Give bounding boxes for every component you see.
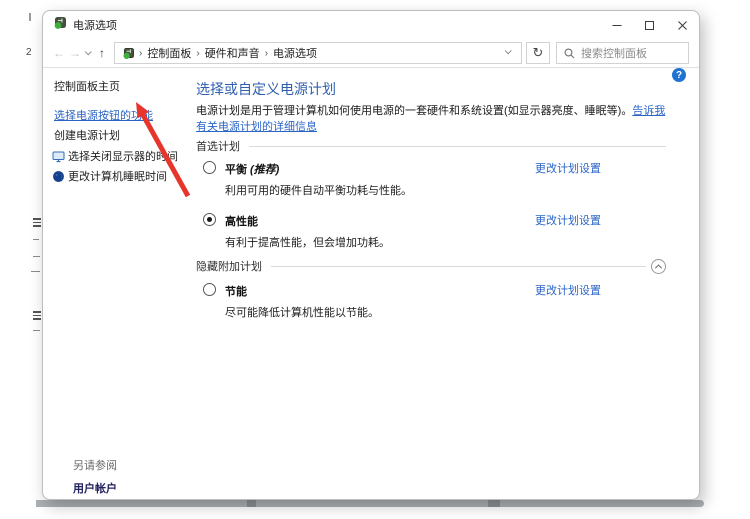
page-title: 选择或自定义电源计划 — [196, 79, 666, 99]
search-box[interactable]: 搜索控制面板 — [556, 42, 689, 64]
power-options-icon — [122, 47, 135, 60]
plan-description: 利用可用的硬件自动平衡功耗与性能。 — [225, 182, 666, 198]
back-button[interactable]: ← — [51, 47, 67, 59]
power-options-window: 电源选项 ← → ↑ › — [42, 10, 700, 500]
background-window-edge-notch — [247, 500, 256, 507]
plan-row-high-performance: 高性能 有利于提高性能，但会增加功耗。 更改计划设置 — [203, 212, 666, 250]
breadcrumb-separator-icon: › — [135, 48, 146, 59]
navigation-toolbar: ← → ↑ › 控制面板 › 硬件和声音 › 电源选项 ↻ — [43, 39, 699, 68]
address-bar[interactable]: › 控制面板 › 硬件和声音 › 电源选项 — [114, 42, 522, 64]
change-plan-settings-link[interactable]: 更改计划设置 — [535, 212, 601, 228]
see-also-header: 另请参阅 — [73, 457, 117, 473]
plan-name: 平衡 — [225, 164, 247, 176]
plan-name: 节能 — [225, 286, 247, 298]
refresh-button[interactable]: ↻ — [526, 42, 550, 64]
radio-high-performance[interactable] — [203, 213, 216, 226]
main-pane: 选择或自定义电源计划 电源计划是用于管理计算机如何使用电源的一套硬件和系统设置(… — [196, 69, 666, 320]
sidebar-item-control-panel-home[interactable]: 控制面板主页 — [54, 78, 195, 94]
breadcrumb-hardware-and-sound[interactable]: 硬件和声音 — [204, 45, 261, 61]
window-title: 电源选项 — [73, 17, 117, 33]
sidebar-item-create-power-plan[interactable]: 创建电源计划 — [54, 127, 195, 143]
background-window-fragment — [33, 239, 39, 240]
window-controls — [600, 11, 699, 39]
intro-description: 电源计划是用于管理计算机如何使用电源的一套硬件和系统设置(如显示器亮度、睡眠等)… — [196, 105, 632, 117]
plan-recommended-badge: (推荐) — [250, 164, 279, 176]
sleep-icon — [52, 170, 65, 183]
sidebar-item-user-accounts[interactable]: 用户帐户 — [73, 480, 117, 496]
collapse-section-button[interactable] — [651, 259, 666, 274]
background-window-fragment — [33, 330, 40, 331]
sidebar-item-choose-display-off-time[interactable]: 选择关闭显示器的时间 — [52, 148, 195, 164]
breadcrumb-power-options[interactable]: 电源选项 — [272, 45, 318, 61]
change-plan-settings-link[interactable]: 更改计划设置 — [535, 160, 601, 176]
radio-power-saver[interactable] — [203, 283, 216, 296]
help-icon[interactable]: ? — [672, 68, 686, 82]
background-window-edge-notch — [488, 500, 500, 507]
section-header-label: 首选计划 — [196, 138, 240, 154]
minimize-button[interactable] — [600, 11, 633, 39]
title-bar: 电源选项 — [43, 11, 699, 39]
plan-row-balanced: 平衡(推荐) 利用可用的硬件自动平衡功耗与性能。 更改计划设置 — [203, 160, 666, 198]
screen: 2 电源选项 — [0, 0, 750, 519]
breadcrumb-separator-icon: › — [261, 48, 272, 59]
search-placeholder: 搜索控制面板 — [581, 45, 647, 61]
background-window-fragment — [31, 271, 40, 272]
plan-row-power-saver: 节能 尽可能降低计算机性能以节能。 更改计划设置 — [203, 282, 666, 320]
close-button[interactable] — [666, 11, 699, 39]
content-area: 控制面板主页 选择电源按钮的功能 创建电源计划 选择关闭显示器的时间 更改计算机… — [43, 69, 699, 499]
section-divider — [249, 146, 666, 147]
background-window-fragment — [33, 256, 40, 257]
background-window-fragment — [33, 311, 41, 320]
chevron-up-icon — [655, 264, 662, 271]
section-header-label: 隐藏附加计划 — [196, 258, 262, 274]
background-window-fragment — [33, 218, 41, 227]
search-icon — [564, 48, 575, 59]
address-dropdown-icon[interactable] — [503, 47, 514, 59]
breadcrumb-separator-icon: › — [192, 48, 203, 59]
sidebar-item-choose-power-buttons[interactable]: 选择电源按钮的功能 — [54, 107, 195, 123]
plan-description: 尽可能降低计算机性能以节能。 — [225, 304, 666, 320]
change-plan-settings-link[interactable]: 更改计划设置 — [535, 282, 601, 298]
section-header-hide-additional-plans: 隐藏附加计划 — [196, 258, 666, 274]
radio-balanced[interactable] — [203, 161, 216, 174]
see-also-section: 另请参阅 用户帐户 — [73, 457, 117, 496]
sidebar-item-change-sleep-time[interactable]: 更改计算机睡眠时间 — [52, 168, 195, 184]
section-divider — [271, 266, 646, 267]
up-button[interactable]: ↑ — [94, 47, 110, 59]
plan-description: 有利于提高性能，但会增加功耗。 — [225, 234, 666, 250]
background-text-fragment: 2 — [26, 47, 32, 58]
sidebar-item-label: 选择关闭显示器的时间 — [68, 148, 178, 164]
display-settings-icon — [52, 150, 65, 163]
plan-name: 高性能 — [225, 216, 258, 228]
sidebar: 控制面板主页 选择电源按钮的功能 创建电源计划 选择关闭显示器的时间 更改计算机… — [43, 69, 195, 499]
maximize-button[interactable] — [633, 11, 666, 39]
forward-button[interactable]: → — [67, 47, 83, 59]
background-window-fragment — [29, 13, 31, 21]
recent-pages-dropdown-icon[interactable] — [85, 48, 92, 55]
background-window-edge — [36, 500, 704, 507]
section-header-preferred-plans: 首选计划 — [196, 138, 666, 154]
power-options-icon — [53, 16, 67, 35]
sidebar-item-label: 更改计算机睡眠时间 — [68, 168, 167, 184]
intro-text: 电源计划是用于管理计算机如何使用电源的一套硬件和系统设置(如显示器亮度、睡眠等)… — [196, 103, 666, 135]
breadcrumb-control-panel[interactable]: 控制面板 — [146, 45, 192, 61]
